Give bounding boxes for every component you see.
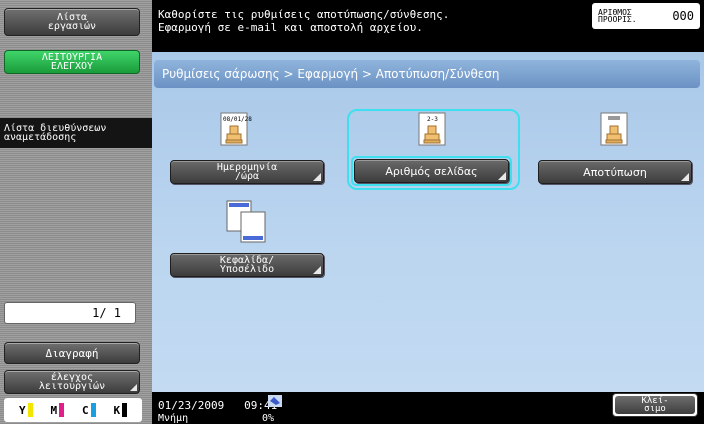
function-check-button[interactable]: ΛΕΙΤΟΥΡΓΙΑ ΕΛΕΓΧΟΥ	[4, 50, 140, 74]
toner-magenta: M	[50, 403, 65, 417]
corner-indicator	[681, 173, 689, 181]
close-button[interactable]: Κλεί- σιμο	[612, 393, 698, 417]
toner-bar-cyan	[90, 403, 96, 417]
toner-bar-black	[122, 403, 128, 417]
date-time-label: Ημερομηνία /ώρα	[216, 162, 278, 182]
page-number-icon: 2-3	[418, 112, 446, 146]
header-footer-button[interactable]: Κεφαλίδα/ Υποσέλιδο	[170, 253, 324, 277]
header-footer-label: Κεφαλίδα/ Υποσέλιδο	[219, 255, 275, 275]
memory-label: Μνήμη	[158, 413, 189, 424]
toner-levels: Y M C K	[4, 398, 142, 422]
date-stamp-icon: 08/01/28	[220, 112, 252, 146]
instruction-line-2: Εφαρμογή σε e-mail και αποστολή αρχείου.	[158, 21, 423, 34]
corner-indicator	[130, 384, 137, 391]
toner-black: K	[113, 403, 128, 417]
corner-indicator	[498, 172, 506, 180]
date-stamp-icon-text: 08/01/28	[223, 116, 252, 123]
address-list-label: Λίστα διευθύνσεων αναμετάδοσης	[4, 123, 107, 143]
check-function-button[interactable]: έλεγχος λειτουργιών	[4, 370, 140, 394]
instruction-line-1: Καθορίστε τις ρυθμίσεις αποτύπωσης/σύνθε…	[158, 8, 450, 21]
breadcrumb: Ρυθμίσεις σάρωσης > Εφαρμογή > Αποτύπωση…	[154, 60, 700, 88]
toner-bar-yellow	[27, 403, 33, 417]
destination-counter-value: 000	[672, 9, 694, 23]
corner-indicator	[313, 266, 321, 274]
network-status-icon	[268, 395, 282, 407]
page-number-button[interactable]: Αριθμός σελίδας	[354, 159, 509, 183]
toner-bar-magenta	[59, 403, 65, 417]
header-footer-icon	[226, 200, 266, 243]
toner-yellow: Y	[19, 403, 33, 417]
stamp-label: Αποτύπωση	[583, 165, 647, 179]
job-list-button[interactable]: Λίστα εργασιών	[4, 8, 140, 36]
check-function-label: έλεγχος λειτουργιών	[38, 372, 106, 392]
date-time-display: 01/23/2009 09:41	[158, 399, 278, 412]
instruction-message: Καθορίστε τις ρυθμίσεις αποτύπωσης/σύνθε…	[158, 8, 449, 34]
delete-button[interactable]: Διαγραφή	[4, 342, 140, 364]
close-button-label: Κλεί- σιμο	[615, 396, 695, 414]
corner-indicator	[313, 173, 321, 181]
date-time-button[interactable]: Ημερομηνία /ώρα	[170, 160, 324, 184]
page-number-icon-text: 2-3	[427, 116, 438, 123]
memory-value: 0%	[262, 413, 275, 424]
page-indicator: 1/ 1	[4, 302, 136, 324]
stamp-icon	[600, 112, 628, 146]
destination-counter: ΑΡΙΘΜΟΣ ΠΡΟΟΡΙΣ. 000	[592, 3, 700, 29]
destination-counter-label: ΑΡΙΘΜΟΣ ΠΡΟΟΡΙΣ.	[598, 8, 637, 24]
stamp-button[interactable]: Αποτύπωση	[538, 160, 692, 184]
page-number-label: Αριθμός σελίδας	[385, 164, 478, 178]
toner-cyan: C	[82, 403, 96, 417]
